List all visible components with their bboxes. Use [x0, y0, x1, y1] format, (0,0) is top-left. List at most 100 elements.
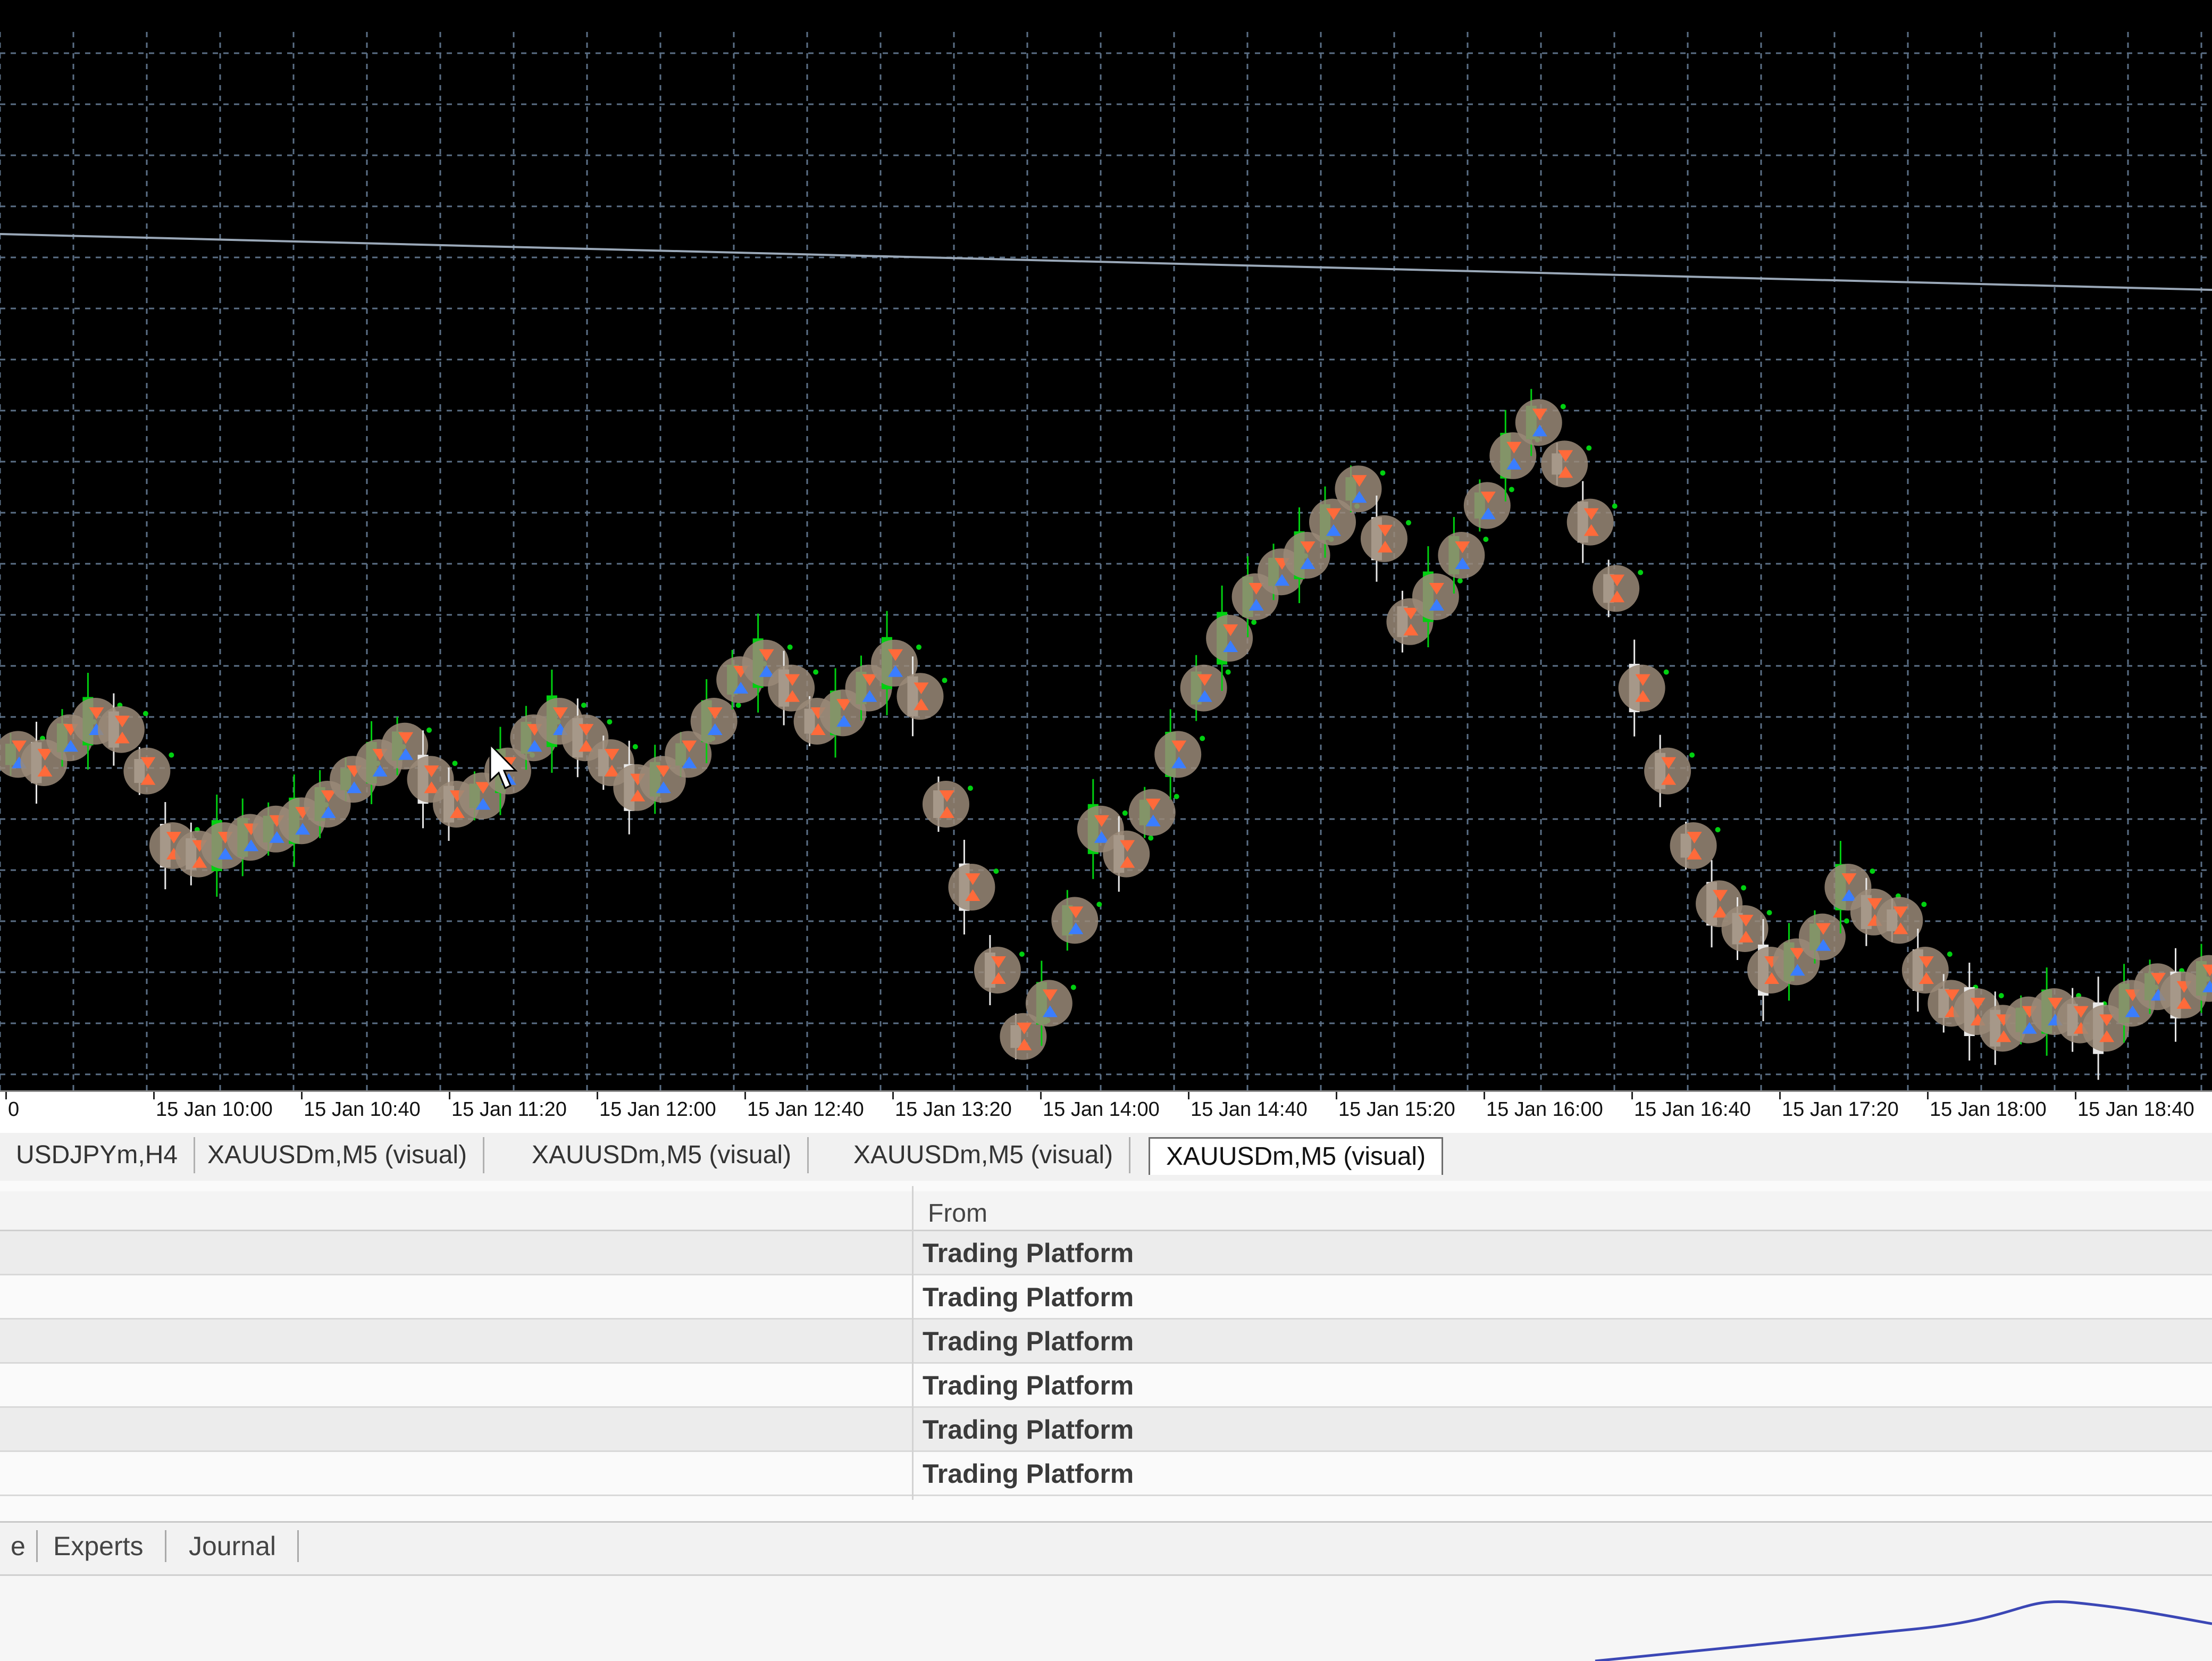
trade-marker-halo [1103, 830, 1150, 878]
chart-window-tabs: USDJPYm,H4 XAUUSDm,M5 (visual) XAUUSDm,M… [0, 1133, 2212, 1182]
price-level-line [0, 233, 2212, 291]
signal-dot [1405, 520, 1411, 525]
signal-dot [735, 703, 741, 708]
tab-xauusdm-m5-visual-2[interactable]: XAUUSDm,M5 (visual) [516, 1137, 809, 1173]
signal-dot [1096, 902, 1102, 907]
time-axis-tick [1779, 1092, 1781, 1099]
signal-dot [993, 869, 999, 874]
signal-dot [632, 744, 638, 749]
signal-dot [452, 761, 458, 766]
trade-marker-halo [922, 781, 969, 828]
signal-dot [1741, 885, 1747, 891]
time-axis-tick [744, 1092, 746, 1099]
time-axis-label: 15 Jan 12:00 [599, 1098, 716, 1121]
trade-marker-halo [1335, 465, 1382, 513]
trade-marker-halo [123, 747, 171, 795]
price-chart[interactable]: 0 15 Jan 10:00 15 Jan 10:40 15 Jan 11:20 15 … [0, 0, 2212, 1133]
time-axis-label: 15 Jan 17:20 [1782, 1098, 1899, 1121]
time-axis-tick [2075, 1092, 2076, 1099]
mailbox-row[interactable]: Trading Platform [0, 1452, 2212, 1496]
trade-marker-halo [1463, 482, 1511, 529]
signal-dot [967, 786, 973, 791]
time-axis-tick [449, 1092, 450, 1099]
signal-dot [1663, 669, 1669, 675]
mouse-cursor-icon [489, 744, 518, 790]
time-axis-tick [153, 1092, 155, 1099]
mail-from-cell: Trading Platform [923, 1459, 1134, 1489]
time-axis-tick [5, 1092, 7, 1099]
mailbox-row[interactable]: Trading Platform [0, 1275, 2212, 1320]
time-axis-label: 15 Jan 18:00 [1930, 1098, 2047, 1121]
signal-dot [1483, 537, 1489, 542]
trade-marker-halo [1206, 615, 1253, 662]
trade-marker-halo [1876, 897, 1923, 944]
mailbox-column-header: From [0, 1191, 2212, 1231]
signal-dot [169, 752, 174, 758]
signal-dot [1586, 445, 1592, 451]
signal-dot [143, 711, 148, 716]
signal-dot [1019, 951, 1025, 957]
time-axis-label: 15 Jan 10:00 [156, 1098, 273, 1121]
trade-marker-halo [896, 673, 944, 720]
time-axis-tick [1040, 1092, 1042, 1099]
signal-dot [1251, 620, 1257, 625]
tab-experts[interactable]: Experts [32, 1530, 166, 1562]
balance-graph [1595, 1600, 2212, 1661]
trade-marker-halo [1798, 913, 1846, 961]
trade-marker-halo [974, 947, 1021, 994]
time-axis-tick [892, 1092, 894, 1099]
signal-dot [1122, 810, 1128, 816]
tab-xauusdm-m5-visual-3[interactable]: XAUUSDm,M5 (visual) [837, 1137, 1131, 1173]
signal-dot [1715, 827, 1721, 832]
trade-marker-halo [1154, 731, 1202, 778]
signal-dot [916, 644, 921, 650]
tab-usdjpym-h4[interactable]: USDJPYm,H4 [0, 1137, 196, 1173]
terminal-tabs: e Experts Journal [0, 1521, 2212, 1576]
signal-dot [1380, 470, 1386, 476]
mailbox-row[interactable]: Trading Platform [0, 1231, 2212, 1275]
mailbox-row[interactable]: Trading Platform [0, 1364, 2212, 1408]
signal-dot [1174, 794, 1179, 799]
mail-from-cell: Trading Platform [923, 1238, 1134, 1268]
time-axis-label: 0 [8, 1098, 20, 1121]
mail-from-cell: Trading Platform [923, 1282, 1134, 1312]
column-header-from[interactable]: From [928, 1199, 987, 1228]
signal-dot [426, 727, 432, 733]
trade-marker-halo [1618, 664, 1665, 712]
signal-dot [1225, 669, 1231, 675]
trade-marker-halo [1360, 515, 1407, 562]
signal-dot [1148, 835, 1154, 841]
signal-dot [1612, 503, 1618, 509]
signal-dot [1766, 910, 1772, 915]
tab-xauusdm-m5-visual-active[interactable]: XAUUSDm,M5 (visual) [1149, 1137, 1444, 1175]
time-axis-tick [1631, 1092, 1633, 1099]
column-divider[interactable] [912, 1186, 914, 1500]
signal-dot [1844, 918, 1849, 924]
signal-dot [1947, 951, 1953, 957]
chart-canvas[interactable] [0, 0, 2212, 1090]
trade-marker-halo [97, 706, 145, 753]
time-axis-label: 15 Jan 18:40 [2077, 1098, 2194, 1121]
time-axis-label: 15 Jan 12:40 [747, 1098, 864, 1121]
trade-marker-halo [1566, 498, 1614, 546]
mailbox-row[interactable]: Trading Platform [0, 1408, 2212, 1452]
time-axis-label: 15 Jan 14:40 [1191, 1098, 1308, 1121]
time-axis-tick [597, 1092, 598, 1099]
trade-marker-halo [1515, 399, 1562, 446]
time-axis-tick [1336, 1092, 1337, 1099]
signal-dot [787, 644, 793, 650]
trade-marker-halo [1025, 980, 1073, 1027]
mail-from-cell: Trading Platform [923, 1371, 1134, 1400]
time-axis-label: 15 Jan 10:40 [304, 1098, 421, 1121]
signal-dot [1070, 984, 1076, 990]
mailbox-row[interactable]: Trading Platform [0, 1320, 2212, 1364]
tab-xauusdm-m5-visual-1[interactable]: XAUUSDm,M5 (visual) [191, 1137, 485, 1173]
time-axis-label: 15 Jan 11:20 [451, 1098, 567, 1121]
time-axis-label: 15 Jan 16:40 [1634, 1098, 1751, 1121]
trade-marker-halo [1670, 822, 1717, 869]
trade-marker-halo [1644, 747, 1691, 795]
trade-marker-halo [1128, 789, 1176, 836]
time-axis-tick [1484, 1092, 1485, 1099]
trade-marker-halo [1541, 440, 1588, 488]
tab-journal[interactable]: Journal [167, 1530, 299, 1562]
